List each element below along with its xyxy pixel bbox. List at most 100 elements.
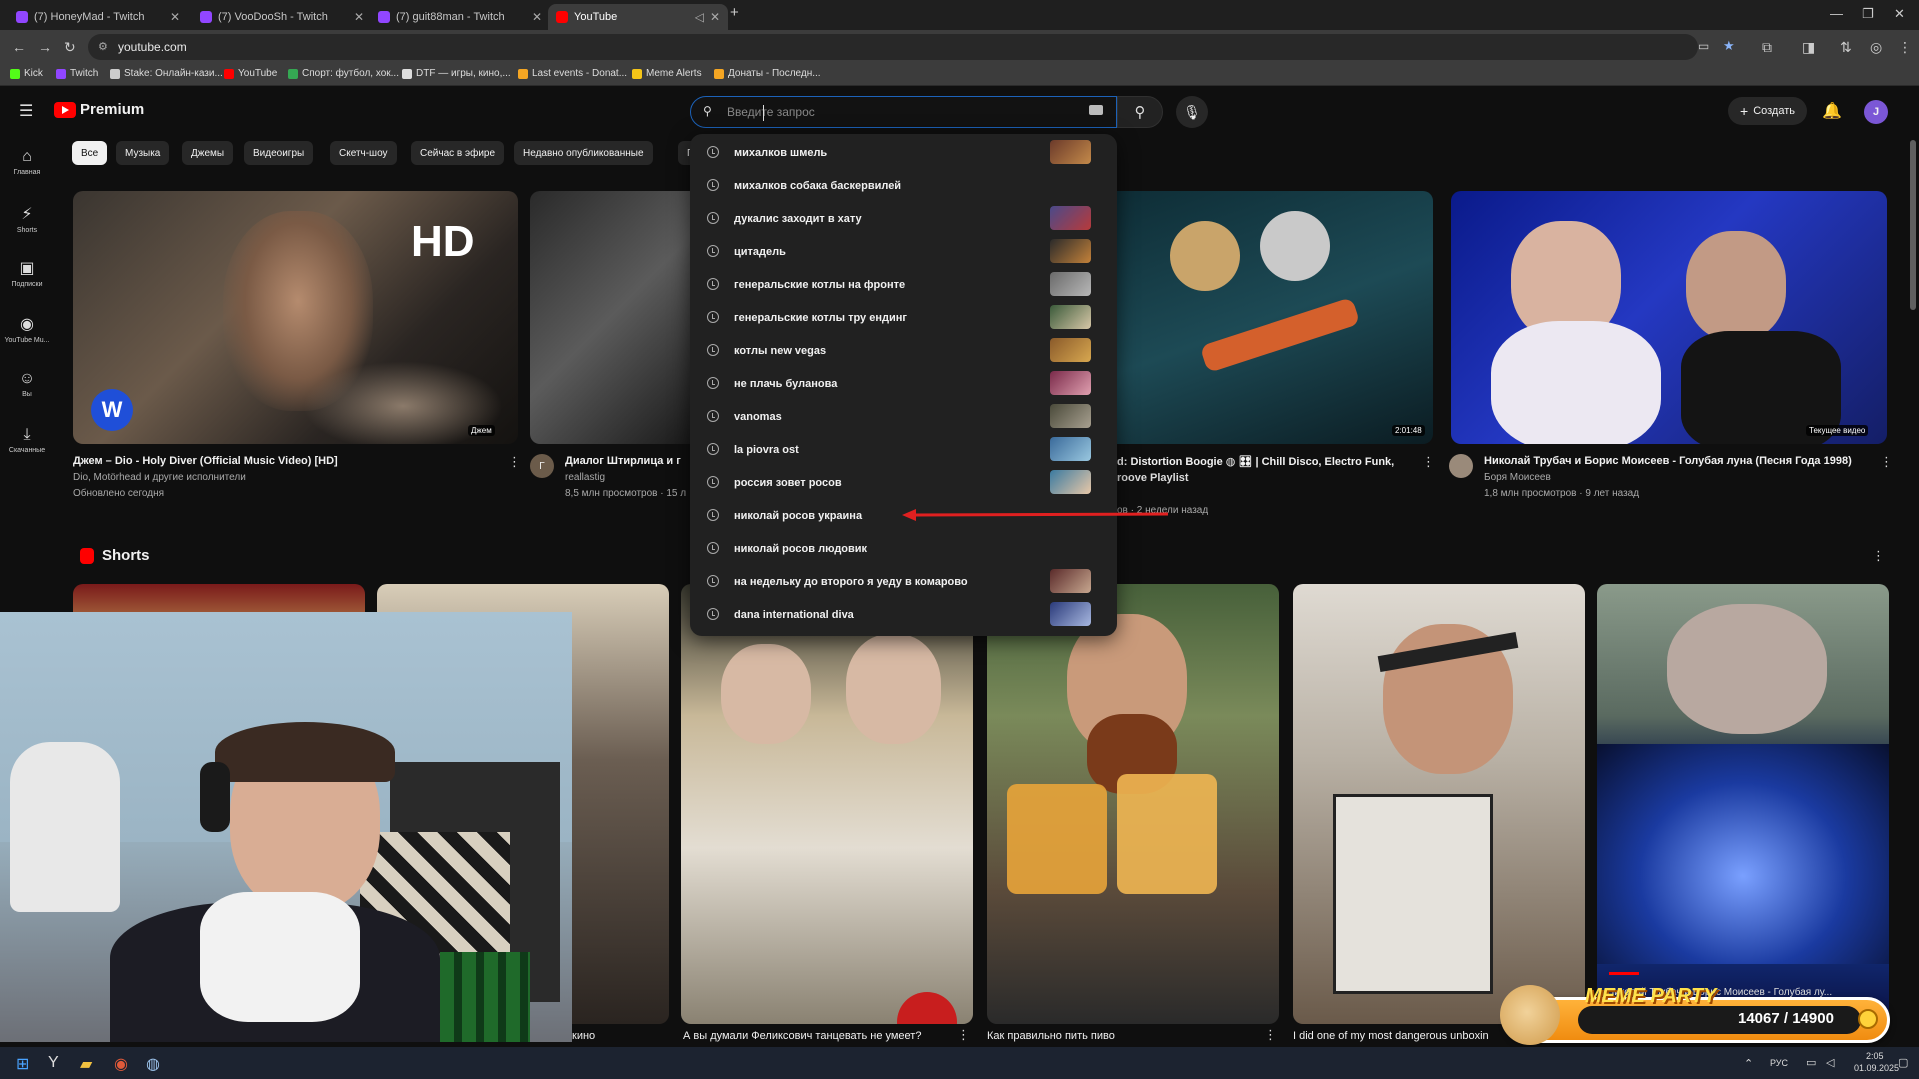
channel-avatar[interactable] bbox=[1449, 454, 1473, 478]
mini-player-progress[interactable] bbox=[1609, 972, 1639, 975]
short-title[interactable]: кино bbox=[572, 1030, 672, 1042]
close-icon[interactable]: ✕ bbox=[710, 10, 720, 24]
suggestion-item[interactable]: дукалис заходит в хату bbox=[690, 202, 1117, 235]
browser-tab-youtube[interactable]: YouTube ◁ ✕ bbox=[548, 4, 728, 30]
short-thumbnail[interactable] bbox=[681, 584, 973, 1024]
suggestion-item[interactable]: цитадель bbox=[690, 235, 1117, 268]
more-options-icon[interactable]: ⋮ bbox=[1872, 548, 1885, 564]
suggestion-item[interactable]: vanomas bbox=[690, 400, 1117, 433]
suggestion-item[interactable]: генеральские котлы на фронте bbox=[690, 268, 1117, 301]
create-button[interactable]: + Создать bbox=[1728, 97, 1807, 125]
close-icon[interactable]: ✕ bbox=[170, 10, 180, 24]
speaker-icon[interactable]: ◁ bbox=[695, 10, 704, 24]
video-channel[interactable]: Боря Моисеев bbox=[1484, 472, 1551, 483]
clock-date[interactable]: 01.09.2025 bbox=[1854, 1063, 1899, 1073]
cast-icon[interactable]: ▭ bbox=[1698, 39, 1709, 53]
video-title[interactable]: d: Distortion Boogie ◍ 🎛 | Chill Disco, … bbox=[1117, 455, 1417, 468]
notifications-bell-icon[interactable]: 🔔 bbox=[1822, 101, 1842, 121]
reload-icon[interactable]: ↻ bbox=[64, 39, 76, 56]
short-thumbnail[interactable] bbox=[987, 584, 1279, 1024]
search-input[interactable]: ⚲ Введите запрос bbox=[690, 96, 1117, 128]
short-thumbnail[interactable] bbox=[1597, 584, 1889, 1024]
video-thumbnail[interactable] bbox=[530, 191, 690, 444]
more-options-icon[interactable]: ⋮ bbox=[508, 454, 521, 470]
new-tab-button[interactable]: + bbox=[730, 4, 739, 21]
video-channel[interactable]: reallastig bbox=[565, 472, 605, 483]
search-button[interactable]: ⚲ bbox=[1117, 96, 1163, 128]
close-icon[interactable]: ✕ bbox=[532, 10, 542, 24]
bookmark-item[interactable]: Meme Alerts bbox=[632, 68, 702, 79]
keyboard-icon[interactable] bbox=[1089, 105, 1103, 115]
suggestion-item[interactable]: россия зовет росов bbox=[690, 466, 1117, 499]
browser-tab-3[interactable]: (7) guit88man - Twitch ✕ bbox=[370, 4, 550, 30]
suggestion-item[interactable]: не плачь буланова bbox=[690, 367, 1117, 400]
bookmark-item[interactable]: Last events - Donat... bbox=[518, 68, 627, 79]
extensions-icon[interactable]: ⧉ bbox=[1762, 39, 1772, 56]
video-thumbnail[interactable]: Текущее видео bbox=[1451, 191, 1887, 444]
language-indicator[interactable]: РУС bbox=[1770, 1058, 1788, 1068]
suggestion-item[interactable]: николай росов людовик bbox=[690, 532, 1117, 565]
bookmark-item[interactable]: Twitch bbox=[56, 68, 98, 79]
bookmark-item[interactable]: Донаты - Последн... bbox=[714, 68, 821, 79]
suggestion-item[interactable]: котлы new vegas bbox=[690, 334, 1117, 367]
sidebar-item-home[interactable]: ⌂ Главная bbox=[0, 148, 54, 176]
suggestion-item[interactable]: михалков шмель bbox=[690, 136, 1117, 169]
bookmark-item[interactable]: Stake: Онлайн-кази... bbox=[110, 68, 223, 79]
voice-search-button[interactable]: 🎙 bbox=[1176, 96, 1208, 128]
forward-icon[interactable]: → bbox=[38, 39, 52, 55]
video-title-line2[interactable]: roove Playlist bbox=[1117, 472, 1189, 484]
bookmark-item[interactable]: DTF — игры, кино,... bbox=[402, 68, 511, 79]
windows-start-icon[interactable]: ⊞ bbox=[16, 1054, 29, 1074]
sidebar-item-youtube-music[interactable]: ◉ YouTube Mu... bbox=[0, 314, 54, 344]
bookmark-item[interactable]: YouTube bbox=[224, 68, 277, 79]
chip-all[interactable]: Все bbox=[72, 141, 108, 165]
profile-icon[interactable]: ◎ bbox=[1870, 39, 1882, 56]
hamburger-menu-icon[interactable]: ☰ bbox=[19, 101, 33, 121]
channel-avatar[interactable]: Г bbox=[530, 454, 554, 478]
sidepanel-icon[interactable]: ◨ bbox=[1802, 39, 1815, 56]
browser-tab-2[interactable]: (7) VooDooSh - Twitch ✕ bbox=[192, 4, 372, 30]
page-scrollbar[interactable] bbox=[1910, 140, 1916, 310]
suggestion-item[interactable]: генеральские котлы тру ендинг bbox=[690, 301, 1117, 334]
sidebar-item-subscriptions[interactable]: ▣ Подписки bbox=[0, 258, 54, 288]
video-title[interactable]: Николай Трубач и Борис Моисеев - Голубая… bbox=[1484, 455, 1864, 467]
video-thumbnail[interactable]: HD W Джем bbox=[73, 191, 518, 444]
volume-icon[interactable]: ◁ bbox=[1826, 1056, 1834, 1069]
address-input[interactable]: ⚙ youtube.com ▭ ★ bbox=[88, 34, 1735, 60]
short-title[interactable]: Как правильно пить пиво bbox=[987, 1030, 1257, 1042]
chip-recent[interactable]: Недавно опубликованные bbox=[514, 141, 653, 165]
tray-arrow-icon[interactable]: ⌃ bbox=[1744, 1057, 1753, 1070]
sidebar-item-shorts[interactable]: ⚡ Shorts bbox=[0, 204, 54, 234]
menu-dots-icon[interactable]: ⋮ bbox=[1898, 39, 1912, 56]
suggestion-item[interactable]: dana international diva bbox=[690, 598, 1117, 631]
short-title[interactable]: А вы думали Феликсович танцевать не умее… bbox=[683, 1030, 973, 1042]
chrome-icon[interactable]: ◉ bbox=[114, 1054, 128, 1074]
chip-music[interactable]: Музыка bbox=[116, 141, 170, 165]
video-title[interactable]: Диалог Штирлица и г bbox=[565, 455, 690, 467]
notification-center-icon[interactable]: ▢ bbox=[1898, 1056, 1908, 1069]
video-channel[interactable]: Dio, Motörhead и другие исполнители bbox=[73, 472, 246, 483]
bookmark-item[interactable]: Kick bbox=[10, 68, 43, 79]
back-icon[interactable]: ← bbox=[12, 39, 26, 55]
site-info-icon[interactable]: ⚙ bbox=[98, 40, 108, 53]
window-close-icon[interactable]: ✕ bbox=[1894, 6, 1905, 22]
more-options-icon[interactable]: ⋮ bbox=[1880, 454, 1893, 470]
network-icon[interactable]: ▭ bbox=[1806, 1056, 1816, 1069]
chip-live[interactable]: Сейчас в эфире bbox=[411, 141, 505, 165]
suggestion-item[interactable]: la piovra ost bbox=[690, 433, 1117, 466]
more-options-icon[interactable]: ⋮ bbox=[1264, 1027, 1277, 1043]
more-options-icon[interactable]: ⋮ bbox=[1422, 454, 1435, 470]
yandex-browser-icon[interactable]: Y bbox=[48, 1054, 59, 1072]
browser-tab-1[interactable]: (7) HoneyMad - Twitch ✕ bbox=[8, 4, 188, 30]
video-title[interactable]: Джем – Dio - Holy Diver (Official Music … bbox=[73, 455, 493, 467]
clock-time[interactable]: 2:05 bbox=[1866, 1051, 1884, 1061]
chip-videogames[interactable]: Видеоигры bbox=[244, 141, 314, 165]
youtube-logo[interactable]: Premium bbox=[54, 101, 144, 118]
bookmark-item[interactable]: Спорт: футбол, хок... bbox=[288, 68, 399, 79]
short-thumbnail[interactable] bbox=[1293, 584, 1585, 1024]
avatar[interactable]: J bbox=[1864, 100, 1888, 124]
more-options-icon[interactable]: ⋮ bbox=[957, 1027, 970, 1043]
bookmark-star-icon[interactable]: ★ bbox=[1723, 38, 1735, 54]
file-explorer-icon[interactable]: ▰ bbox=[80, 1054, 92, 1074]
suggestion-item[interactable]: на недельку до второго я уеду в комарово bbox=[690, 565, 1117, 598]
